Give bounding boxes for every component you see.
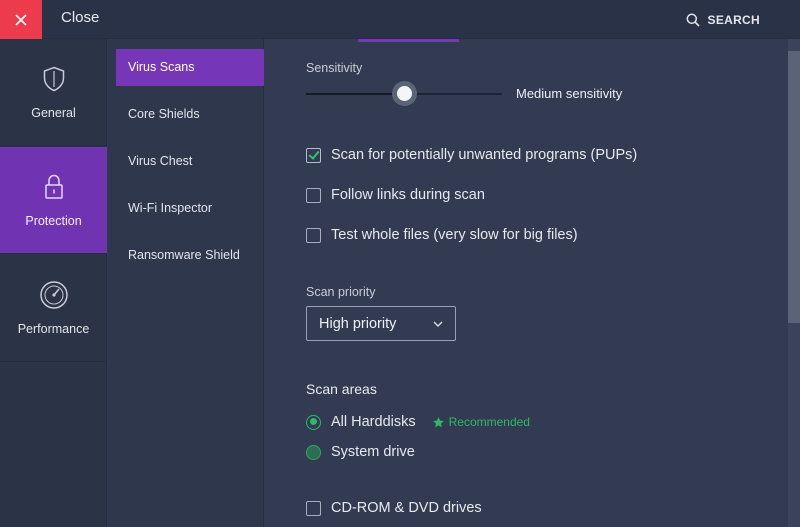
option-label: Follow links during scan bbox=[331, 187, 485, 203]
close-icon bbox=[15, 13, 27, 26]
active-tab-indicator bbox=[358, 39, 459, 42]
option-label: CD-ROM & DVD drives bbox=[331, 500, 482, 516]
subnav-item-core-shields[interactable]: Core Shields bbox=[116, 96, 264, 133]
subnav-item-virus-scans[interactable]: Virus Scans bbox=[116, 49, 264, 86]
close-button[interactable] bbox=[0, 0, 42, 39]
scan-priority-value: High priority bbox=[319, 315, 397, 332]
test-whole-files-checkbox[interactable] bbox=[306, 227, 321, 243]
close-label[interactable]: Close bbox=[61, 0, 99, 39]
sub-navigation: Virus Scans Core Shields Virus Chest Wi-… bbox=[108, 39, 264, 527]
scan-area-label: All Harddisks bbox=[331, 414, 416, 430]
cdrom-dvd-checkbox[interactable] bbox=[306, 500, 321, 516]
subnav-item-wifi-inspector[interactable]: Wi-Fi Inspector bbox=[116, 190, 264, 227]
recommended-label: Recommended bbox=[448, 415, 530, 429]
shield-icon bbox=[0, 66, 107, 92]
nav-item-general[interactable]: General bbox=[0, 39, 107, 146]
search-button[interactable]: SEARCH bbox=[686, 0, 760, 39]
nav-item-label: Protection bbox=[25, 214, 82, 228]
settings-panel: Sensitivity Medium sensitivity Scan for … bbox=[265, 39, 800, 527]
sensitivity-slider-fill bbox=[306, 93, 404, 95]
scan-areas-title: Scan areas bbox=[306, 381, 377, 397]
chevron-down-icon bbox=[433, 321, 443, 327]
subnav-item-virus-chest[interactable]: Virus Chest bbox=[116, 143, 264, 180]
scan-area-cdrom-dvd[interactable]: CD-ROM & DVD drives bbox=[306, 498, 482, 518]
scrollbar[interactable] bbox=[788, 39, 800, 527]
star-icon bbox=[432, 416, 444, 427]
option-label: Test whole files (very slow for big file… bbox=[331, 227, 578, 243]
nav-item-performance[interactable]: Performance bbox=[0, 255, 107, 362]
all-harddisks-radio[interactable] bbox=[306, 414, 321, 430]
sensitivity-slider-handle[interactable] bbox=[391, 81, 417, 106]
scan-priority-dropdown[interactable]: High priority bbox=[306, 306, 456, 341]
scrollbar-thumb[interactable] bbox=[788, 51, 800, 323]
option-follow-links[interactable]: Follow links during scan bbox=[306, 185, 485, 205]
sensitivity-label: Sensitivity bbox=[306, 61, 363, 75]
scan-area-label: System drive bbox=[331, 444, 415, 460]
search-label: SEARCH bbox=[707, 12, 760, 27]
nav-item-label: General bbox=[31, 106, 76, 120]
nav-item-protection[interactable]: Protection bbox=[0, 147, 107, 254]
speedometer-icon bbox=[0, 280, 107, 310]
option-pups[interactable]: Scan for potentially unwanted programs (… bbox=[306, 145, 637, 165]
search-icon bbox=[686, 13, 700, 27]
pups-checkbox[interactable] bbox=[306, 147, 321, 163]
lock-icon bbox=[0, 174, 107, 200]
scan-area-all-harddisks[interactable]: All Harddisks Recommended bbox=[306, 412, 530, 432]
subnav-item-ransomware-shield[interactable]: Ransomware Shield bbox=[116, 237, 264, 274]
follow-links-checkbox[interactable] bbox=[306, 187, 321, 203]
nav-item-label: Performance bbox=[17, 322, 90, 336]
option-test-whole-files[interactable]: Test whole files (very slow for big file… bbox=[306, 225, 578, 245]
system-drive-radio[interactable] bbox=[306, 444, 321, 460]
left-navigation: General Protection Performance bbox=[0, 39, 107, 527]
sensitivity-value: Medium sensitivity bbox=[516, 86, 623, 101]
title-bar: Close SEARCH bbox=[0, 0, 800, 39]
recommended-badge: Recommended bbox=[432, 415, 530, 429]
scan-area-system-drive[interactable]: System drive bbox=[306, 442, 415, 462]
scan-priority-label: Scan priority bbox=[306, 285, 376, 299]
option-label: Scan for potentially unwanted programs (… bbox=[331, 147, 638, 163]
